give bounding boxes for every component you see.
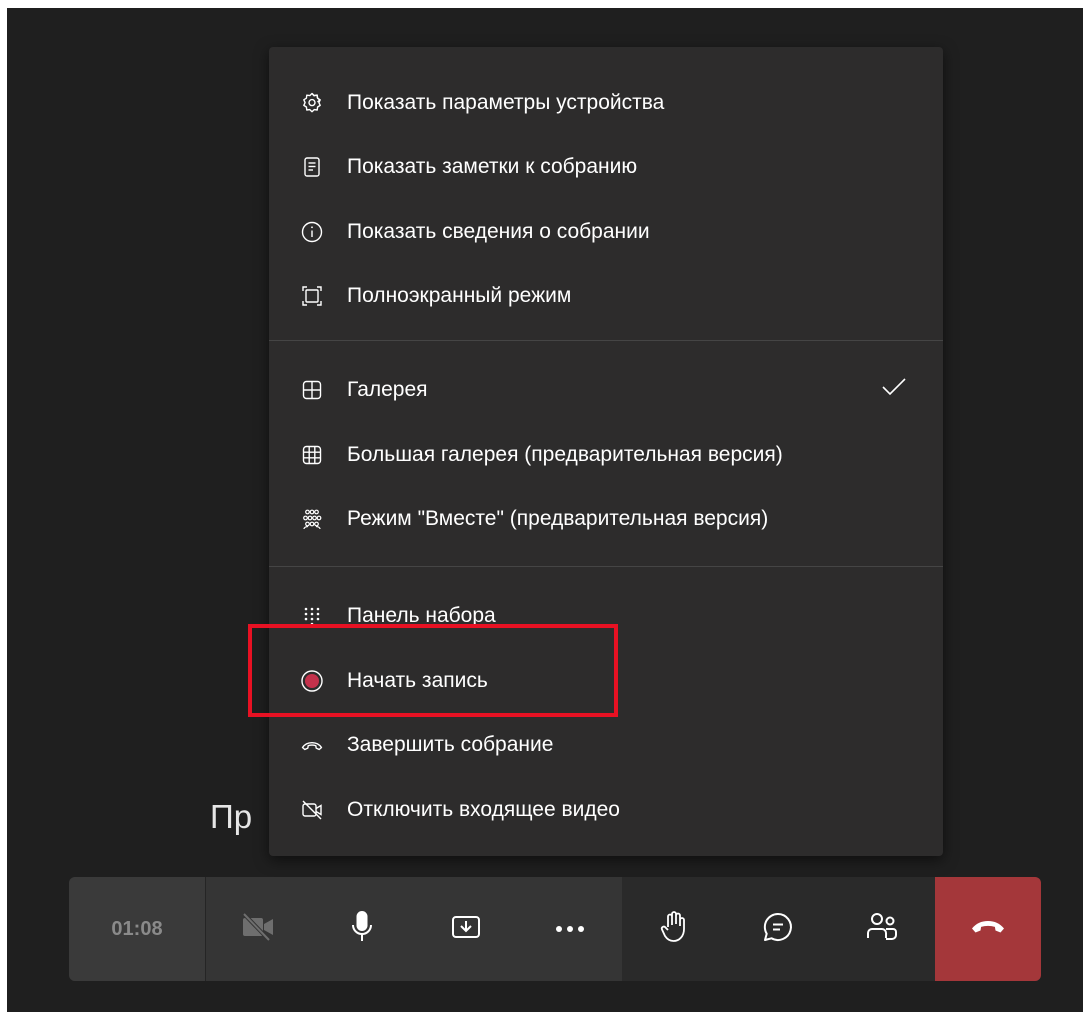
hand-icon <box>659 910 689 949</box>
info-icon <box>300 220 324 244</box>
more-actions-button[interactable] <box>518 877 622 981</box>
people-icon <box>865 911 899 948</box>
menu-item-turn-off-incoming-video[interactable]: Отключить входящее видео <box>269 778 943 842</box>
menu-item-label: Галерея <box>347 378 428 401</box>
share-button[interactable] <box>414 877 518 981</box>
hang-up-icon-wrap <box>935 877 1041 981</box>
record-icon <box>300 669 324 693</box>
menu-item-fullscreen[interactable]: Полноэкранный режим <box>269 264 943 328</box>
menu-divider <box>269 340 943 341</box>
chat-button[interactable] <box>726 877 830 981</box>
chat-icon <box>762 911 794 948</box>
camera-off-button[interactable] <box>206 877 310 981</box>
more-icon <box>555 920 585 938</box>
more-actions-menu: Показать параметры устройства Показать з… <box>269 47 943 856</box>
menu-item-meeting-notes[interactable]: Показать заметки к собранию <box>269 135 943 199</box>
fullscreen-icon <box>300 284 324 308</box>
dialpad-icon <box>300 604 324 628</box>
meeting-control-bar: 01:08 <box>69 877 1041 981</box>
menu-item-end-meeting[interactable]: Завершить собрание <box>269 713 943 777</box>
menu-item-start-recording[interactable]: Начать запись <box>269 649 943 713</box>
phone-hangup-icon <box>971 918 1005 941</box>
side-controls-group <box>622 877 935 981</box>
menu-item-label: Показать сведения о собрании <box>347 220 650 243</box>
together-mode-icon <box>300 507 324 531</box>
call-timer: 01:08 <box>69 877 206 981</box>
menu-item-label: Полноэкранный режим <box>347 284 572 307</box>
gear-icon <box>300 91 324 115</box>
background-meeting-text: Пр <box>210 798 253 835</box>
menu-item-dialpad[interactable]: Панель набора <box>269 584 943 648</box>
menu-item-label: Режим "Вместе" (предварительная версия) <box>347 507 769 530</box>
menu-divider <box>269 566 943 567</box>
menu-item-device-settings[interactable]: Показать параметры устройства <box>269 71 943 135</box>
menu-item-label: Показать параметры устройства <box>347 91 665 114</box>
menu-item-label: Большая галерея (предварительная версия) <box>347 443 783 466</box>
menu-item-large-gallery[interactable]: Большая галерея (предварительная версия) <box>269 423 943 487</box>
menu-item-label: Показать заметки к собранию <box>347 155 638 178</box>
microphone-button[interactable] <box>310 877 414 981</box>
meeting-stage: Пр Показать параметры устройства Показат… <box>7 8 1083 1012</box>
menu-item-label: Завершить собрание <box>347 733 554 756</box>
share-tray-icon <box>450 913 482 946</box>
menu-item-label: Отключить входящее видео <box>347 798 620 821</box>
gallery-icon <box>300 378 324 402</box>
menu-item-meeting-info[interactable]: Показать сведения о собрании <box>269 200 943 264</box>
video-off-icon <box>300 798 324 822</box>
camera-off-icon <box>241 912 275 947</box>
participants-button[interactable] <box>830 877 934 981</box>
microphone-icon <box>349 910 375 949</box>
main-controls-group <box>206 877 622 981</box>
menu-item-gallery[interactable]: Галерея <box>269 358 943 422</box>
hang-up-button[interactable] <box>935 877 1041 981</box>
notes-icon <box>300 155 324 179</box>
menu-item-together-mode[interactable]: Режим "Вместе" (предварительная версия) <box>269 487 943 551</box>
menu-item-label: Панель набора <box>347 604 496 627</box>
checkmark-icon <box>881 376 907 404</box>
raise-hand-button[interactable] <box>622 877 726 981</box>
large-gallery-icon <box>300 443 324 467</box>
menu-item-label: Начать запись <box>347 669 488 692</box>
end-call-icon <box>300 733 324 757</box>
